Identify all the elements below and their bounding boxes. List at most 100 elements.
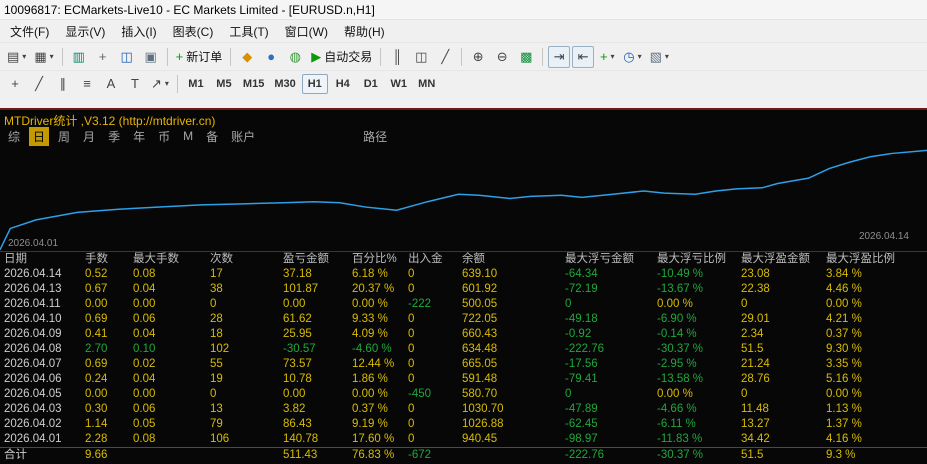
profiles-button[interactable]: ▦ ▾ bbox=[31, 46, 56, 68]
bar-chart-button[interactable]: ║ bbox=[386, 46, 408, 68]
table-cell: 25.95 bbox=[283, 328, 312, 340]
table-cell: 0.00 bbox=[85, 388, 108, 400]
market-watch-button[interactable]: ▥ bbox=[68, 46, 90, 68]
indicator-tab-4[interactable]: 季 bbox=[104, 127, 124, 146]
menu-item-view[interactable]: 显示(V) bbox=[57, 21, 113, 42]
timeframe-m15[interactable]: M15 bbox=[239, 74, 268, 94]
text-tool[interactable]: A bbox=[100, 73, 122, 95]
table-cell: 0.00 % bbox=[352, 298, 388, 310]
table-cell: 28 bbox=[210, 313, 223, 325]
toolbar-separator bbox=[176, 74, 178, 93]
equity-curve-svg bbox=[0, 145, 927, 252]
line-chart-button[interactable]: ╱ bbox=[434, 46, 456, 68]
chart-shift-button[interactable]: ⇤ bbox=[572, 45, 595, 68]
table-cell: -64.34 bbox=[565, 268, 598, 280]
indicator-tab-2[interactable]: 周 bbox=[54, 127, 74, 146]
terminal-button[interactable]: ▣ bbox=[140, 46, 162, 68]
arrows-tool[interactable]: ↗ ▾ bbox=[148, 73, 172, 95]
zoom-in-button[interactable]: ⊕ bbox=[467, 46, 489, 68]
timeframe-m5[interactable]: M5 bbox=[211, 74, 237, 94]
toolbar-separator bbox=[542, 47, 544, 66]
indicators-button[interactable]: + ▾ bbox=[596, 46, 618, 68]
chevron-down-icon[interactable]: ▾ bbox=[665, 52, 669, 61]
table-cell: 0.04 bbox=[133, 373, 156, 385]
menu-item-charts[interactable]: 图表(C) bbox=[165, 21, 222, 42]
chevron-down-icon[interactable]: ▾ bbox=[638, 52, 642, 61]
timeframe-m30[interactable]: M30 bbox=[270, 74, 299, 94]
label-tool[interactable]: T bbox=[124, 73, 146, 95]
menu-item-file[interactable]: 文件(F) bbox=[2, 21, 57, 42]
auto-scroll-button[interactable]: ⇥ bbox=[548, 45, 571, 68]
title-bar[interactable]: 10096817: ECMarkets-Live10 - EC Markets … bbox=[0, 0, 927, 20]
timeframe-d1[interactable]: D1 bbox=[358, 74, 384, 94]
indicator-tab-path[interactable]: 路径 bbox=[359, 127, 391, 146]
table-cell: 0.37 % bbox=[826, 328, 862, 340]
periods-button[interactable]: ◷ ▾ bbox=[620, 46, 644, 68]
line-chart-icon: ╱ bbox=[441, 49, 450, 64]
new-order-icon: + bbox=[175, 49, 184, 64]
timeframe-h4[interactable]: H4 bbox=[330, 74, 356, 94]
menu-item-help[interactable]: 帮助(H) bbox=[336, 21, 393, 42]
equity-chart[interactable]: 2026.04.01 2026.04.14 bbox=[0, 145, 927, 252]
table-cell: 0.67 bbox=[85, 283, 108, 295]
community-button[interactable]: ● bbox=[260, 46, 282, 68]
new-order-button[interactable]: + 新订单 bbox=[173, 46, 226, 68]
chevron-down-icon[interactable]: ▾ bbox=[50, 52, 54, 61]
table-cell: 500.05 bbox=[462, 298, 498, 310]
table-cell: 0 bbox=[408, 283, 415, 295]
indicator-tab-7[interactable]: M bbox=[179, 128, 197, 144]
table-cell: 2026.04.14 bbox=[4, 268, 62, 280]
menu-item-insert[interactable]: 插入(I) bbox=[113, 21, 164, 42]
indicator-tab-1[interactable]: 日 bbox=[29, 126, 50, 146]
indicator-tab-0[interactable]: 综 bbox=[4, 127, 24, 146]
table-cell: -0.14 % bbox=[657, 328, 697, 340]
channel-icon: ∥ bbox=[59, 76, 67, 91]
indicator-tab-8[interactable]: 备 bbox=[202, 127, 222, 146]
channel-tool[interactable]: ∥ bbox=[52, 73, 74, 95]
auto-trading-button[interactable]: ▶ 自动交易 bbox=[308, 46, 375, 68]
table-cell: -222.76 bbox=[565, 343, 605, 355]
table-cell: 0.00 % bbox=[657, 388, 693, 400]
alerts-button[interactable]: ◍ bbox=[284, 46, 306, 68]
indicator-tab-6[interactable]: 币 bbox=[154, 127, 174, 146]
trendline-tool[interactable]: ╱ bbox=[28, 73, 50, 95]
new-chart-button[interactable]: ▤ ▾ bbox=[4, 46, 29, 68]
candle-chart-button[interactable]: ◫ bbox=[410, 46, 432, 68]
indicator-tabs: 综日周月季年币 M 备账户 路径 bbox=[0, 126, 927, 146]
indicator-tab-3[interactable]: 月 bbox=[79, 127, 99, 146]
menu-bar: 文件(F) 显示(V) 插入(I) 图表(C) 工具(T) 窗口(W) 帮助(H) bbox=[0, 20, 927, 42]
table-cell: 9.19 % bbox=[352, 418, 388, 430]
chevron-down-icon[interactable]: ▾ bbox=[611, 52, 615, 61]
table-cell: 0.24 bbox=[85, 373, 108, 385]
timeframe-h1[interactable]: H1 bbox=[301, 73, 328, 94]
table-cell: 12.44 % bbox=[352, 358, 395, 370]
indicator-tab-5[interactable]: 年 bbox=[129, 127, 149, 146]
table-cell: -17.56 bbox=[565, 358, 598, 370]
table-cell bbox=[129, 447, 206, 463]
timeframe-mn[interactable]: MN bbox=[414, 74, 440, 94]
metaeditor-button[interactable]: ◆ bbox=[236, 46, 258, 68]
table-cell: 2026.04.11 bbox=[4, 298, 61, 310]
bar-chart-icon: ║ bbox=[392, 49, 402, 64]
navigator-button[interactable]: ◫ bbox=[116, 46, 138, 68]
timeframe-w1[interactable]: W1 bbox=[386, 74, 412, 94]
toolbar-separator bbox=[380, 47, 382, 66]
timeframe-m1[interactable]: M1 bbox=[183, 74, 209, 94]
table-cell: 2026.04.09 bbox=[4, 328, 62, 340]
tile-windows-button[interactable]: ▩ bbox=[515, 46, 537, 68]
chevron-down-icon[interactable]: ▾ bbox=[165, 79, 169, 88]
table-cell: -98.97 bbox=[565, 433, 598, 445]
table-cell: 0.00 bbox=[283, 298, 306, 310]
column-header: 出入金 bbox=[408, 253, 443, 265]
chevron-down-icon[interactable]: ▾ bbox=[22, 52, 26, 61]
templates-button[interactable]: ▧ ▾ bbox=[647, 46, 672, 68]
fibonacci-tool[interactable]: ≡ bbox=[76, 73, 98, 95]
data-window-button[interactable]: + bbox=[92, 46, 114, 68]
column-header: 次数 bbox=[210, 253, 233, 265]
menu-item-tools[interactable]: 工具(T) bbox=[221, 21, 276, 42]
zoom-out-button[interactable]: ⊖ bbox=[491, 46, 513, 68]
indicator-tab-9[interactable]: 账户 bbox=[227, 127, 259, 146]
menu-item-window[interactable]: 窗口(W) bbox=[277, 21, 336, 42]
stats-header-row: 日期 手数 最大手数 次数 盈亏金额 百分比% 出入金 余额 最大浮亏金额 最大浮亏比例 最大浮盈金… bbox=[0, 252, 927, 267]
crosshair-tool[interactable]: + bbox=[4, 73, 26, 95]
